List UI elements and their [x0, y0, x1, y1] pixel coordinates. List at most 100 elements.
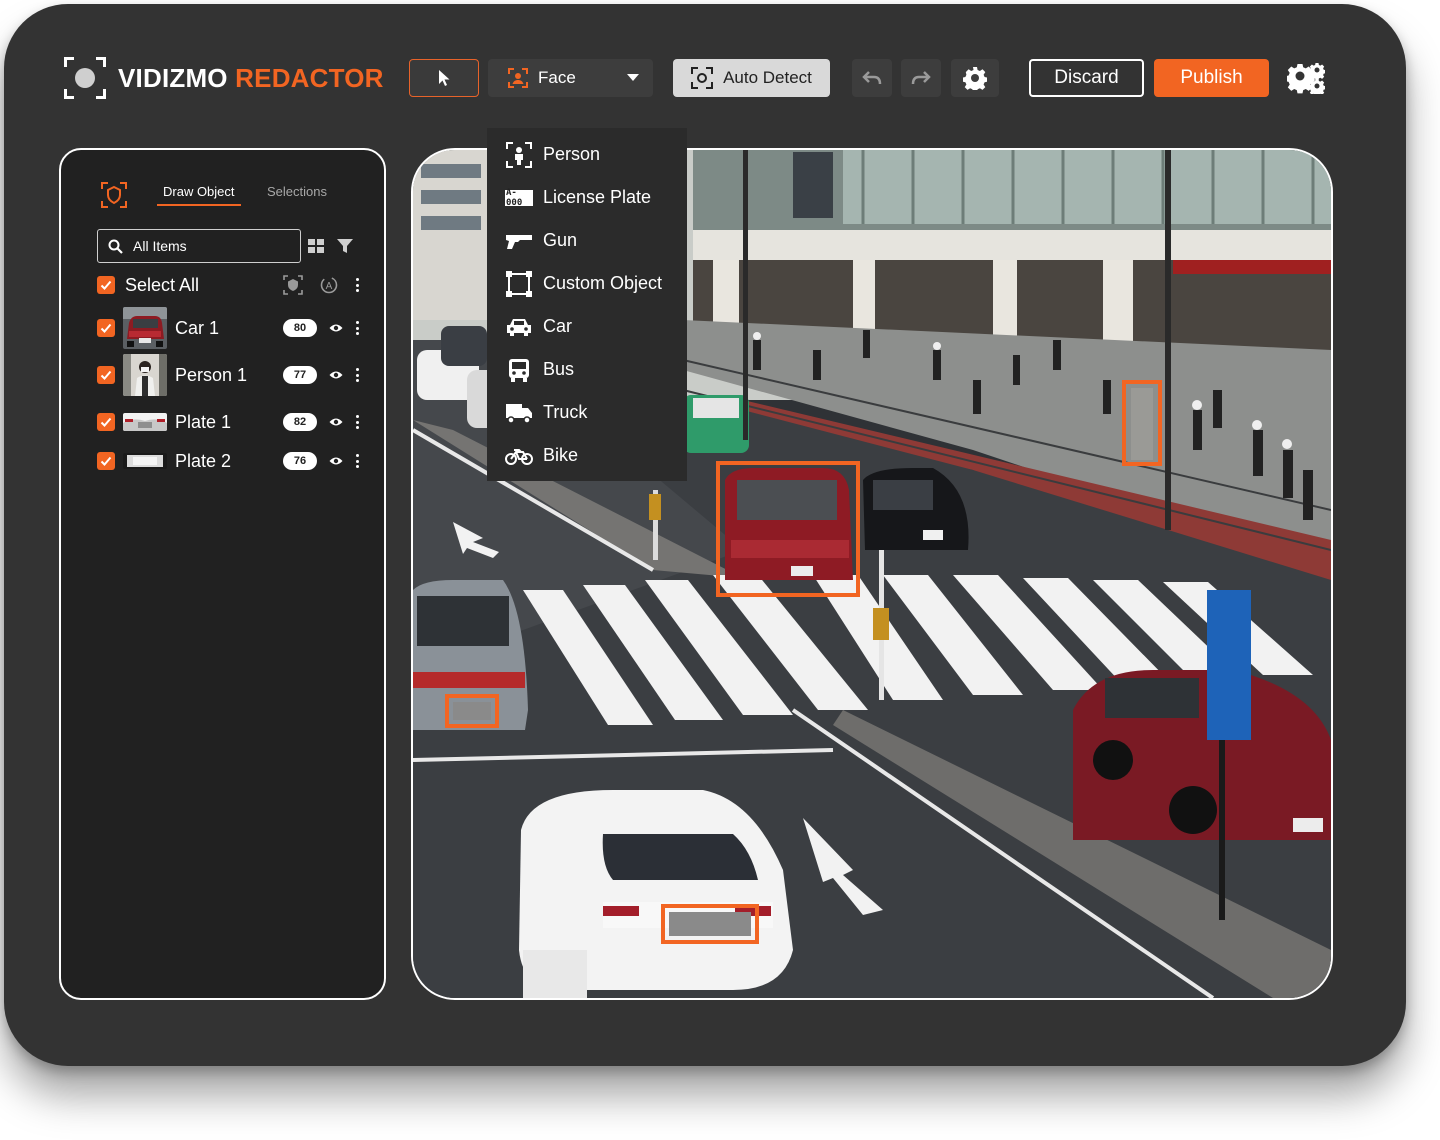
grid-view-icon[interactable]	[308, 239, 324, 253]
item-checkbox[interactable]	[97, 452, 115, 470]
item-label: Plate 1	[175, 411, 232, 432]
bike-icon	[505, 448, 533, 465]
detection-count-badge: 77	[283, 366, 317, 384]
app-window: VIDIZMO REDACTOR Face Auto Detect Discar…	[4, 4, 1406, 1066]
item-checkbox[interactable]	[97, 366, 115, 384]
check-icon	[100, 417, 112, 427]
license-plate-icon: A-000	[505, 188, 533, 208]
kebab-menu-icon[interactable]	[355, 454, 359, 468]
face-detect-icon	[508, 68, 528, 88]
detection-count-badge: 80	[283, 319, 317, 337]
auto-detect-label: Auto Detect	[723, 68, 812, 87]
check-icon	[100, 280, 112, 290]
svg-text:A: A	[326, 281, 333, 292]
auto-track-icon[interactable]: A	[319, 275, 339, 295]
item-checkbox[interactable]	[97, 413, 115, 431]
list-item[interactable]: Person 1 77	[97, 353, 359, 397]
settings-button[interactable]	[951, 59, 999, 97]
object-type-label: Face	[538, 68, 576, 87]
redo-button[interactable]	[901, 59, 941, 97]
panel-tabs: Draw Object Selections	[97, 180, 357, 210]
kebab-menu-icon[interactable]	[355, 321, 359, 335]
select-all-checkbox[interactable]	[97, 276, 115, 294]
auto-detect-icon	[691, 67, 714, 89]
menu-item-label: Bus	[543, 359, 575, 379]
plate-thumbnail	[123, 413, 167, 431]
advanced-settings-button[interactable]	[1284, 59, 1328, 97]
car-thumbnail	[123, 307, 167, 349]
redo-icon	[911, 71, 931, 85]
bus-icon	[509, 358, 529, 382]
tab-draw-object[interactable]: Draw Object	[157, 184, 241, 206]
check-icon	[100, 370, 112, 380]
search-input[interactable]: All Items	[97, 229, 301, 263]
check-icon	[100, 456, 112, 466]
kebab-menu-icon[interactable]	[355, 278, 359, 292]
logo-icon	[64, 57, 106, 99]
custom-object-icon	[506, 270, 532, 297]
filter-icon[interactable]	[337, 238, 353, 254]
select-all-label: Select All	[125, 274, 200, 295]
search-icon	[108, 239, 123, 254]
item-checkbox[interactable]	[97, 319, 115, 337]
truck-icon	[506, 403, 532, 424]
menu-item-label: Custom Object	[543, 273, 663, 293]
list-item[interactable]: Plate 2 76	[97, 439, 359, 483]
objects-panel: Draw Object Selections All Items Select …	[59, 148, 386, 1000]
gears-icon	[1287, 63, 1325, 94]
list-item[interactable]: Plate 1 82	[97, 400, 359, 444]
kebab-menu-icon[interactable]	[355, 415, 359, 429]
gear-icon	[963, 67, 987, 90]
detection-count-badge: 82	[283, 413, 317, 431]
check-icon	[100, 323, 112, 333]
kebab-menu-icon[interactable]	[355, 368, 359, 382]
search-value: All Items	[133, 238, 187, 254]
item-label: Car 1	[175, 317, 220, 338]
menu-item-label: Truck	[543, 402, 588, 422]
undo-button[interactable]	[852, 59, 892, 97]
object-type-menu: Person A-000 License Plate Gun Custom Ob…	[487, 128, 687, 481]
redact-all-icon[interactable]	[283, 275, 303, 295]
plate-thumbnail	[123, 453, 167, 469]
detection-count-badge: 76	[283, 452, 317, 470]
pointer-tool-button[interactable]	[409, 59, 479, 97]
tab-selections[interactable]: Selections	[267, 184, 327, 199]
menu-item-label: Person	[543, 144, 601, 164]
visibility-eye-icon[interactable]	[329, 417, 343, 427]
publish-button[interactable]: Publish	[1154, 59, 1269, 97]
car-icon	[507, 318, 531, 336]
item-label: Plate 2	[175, 450, 232, 471]
list-item[interactable]: Car 1 80	[97, 306, 359, 350]
brand-name: VIDIZMO REDACTOR	[118, 63, 384, 94]
cursor-arrow-icon	[439, 70, 450, 86]
brand-accent: REDACTOR	[235, 62, 384, 93]
menu-item-label: License Plate	[543, 187, 652, 207]
menu-item-label: Bike	[543, 445, 579, 465]
menu-item-license-plate[interactable]: A-000 License Plate	[487, 176, 687, 219]
menu-item-label: Car	[543, 316, 573, 336]
redaction-shield-icon[interactable]	[101, 182, 127, 208]
visibility-eye-icon[interactable]	[329, 323, 343, 333]
app-logo: VIDIZMO REDACTOR	[64, 56, 384, 100]
chevron-down-icon	[627, 74, 639, 81]
discard-button[interactable]: Discard	[1029, 59, 1144, 97]
menu-item-car[interactable]: Car	[487, 305, 687, 348]
select-all-row: Select All A	[97, 263, 359, 307]
menu-item-truck[interactable]: Truck	[487, 391, 687, 434]
visibility-eye-icon[interactable]	[329, 370, 343, 380]
brand-primary: VIDIZMO	[118, 62, 228, 93]
person-thumbnail	[123, 354, 167, 396]
undo-icon	[862, 71, 882, 85]
menu-item-person[interactable]: Person	[487, 133, 687, 176]
menu-item-custom-object[interactable]: Custom Object	[487, 262, 687, 305]
object-type-dropdown[interactable]: Face	[488, 59, 653, 97]
item-label: Person 1	[175, 364, 248, 385]
menu-item-gun[interactable]: Gun	[487, 219, 687, 262]
gun-icon	[506, 234, 532, 249]
auto-detect-button[interactable]: Auto Detect	[673, 59, 830, 97]
menu-item-bus[interactable]: Bus	[487, 348, 687, 391]
menu-item-label: Gun	[543, 230, 578, 250]
menu-item-bike[interactable]: Bike	[487, 434, 687, 477]
visibility-eye-icon[interactable]	[329, 456, 343, 466]
person-frame-icon	[506, 141, 532, 168]
